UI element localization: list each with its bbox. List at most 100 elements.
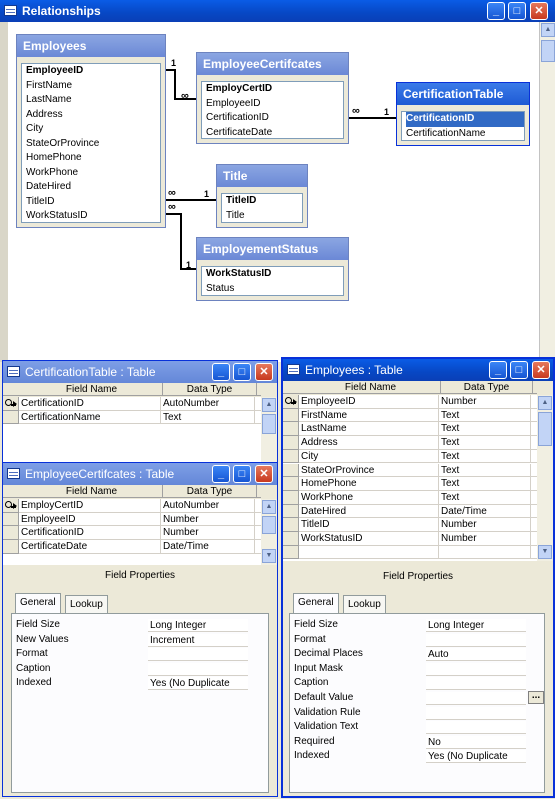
field-item[interactable]: CertificationID — [406, 112, 524, 127]
data-type-header[interactable]: Data Type — [441, 381, 533, 394]
scroll-up-icon[interactable]: ▲ — [541, 23, 555, 37]
property-value[interactable]: Auto — [426, 648, 526, 662]
field-item[interactable]: DateHired — [26, 180, 160, 195]
certification-table-field-list-title[interactable]: CertificationTable — [397, 83, 529, 105]
field-name-cell[interactable]: LastName — [299, 422, 439, 437]
data-type-cell[interactable]: Text — [439, 463, 531, 478]
property-row[interactable]: Caption — [12, 662, 268, 677]
table-row[interactable]: LastName Text — [299, 422, 537, 437]
field-item[interactable]: FirstName — [26, 79, 160, 94]
maximize-button[interactable]: □ — [233, 465, 251, 483]
property-value[interactable]: No — [426, 735, 526, 749]
property-row[interactable]: Validation Rule — [290, 706, 544, 721]
row-selector[interactable] — [283, 463, 299, 478]
field-item[interactable]: TitleID — [26, 195, 160, 210]
close-button[interactable]: ✕ — [530, 2, 548, 20]
field-item[interactable]: LastName — [26, 93, 160, 108]
scroll-up-icon[interactable]: ▲ — [538, 396, 552, 410]
title-field-list-title[interactable]: Title — [217, 165, 307, 187]
data-type-header[interactable]: Data Type — [163, 485, 257, 498]
table-row[interactable]: City Text — [299, 449, 537, 464]
table-row[interactable]: EmployCertID AutoNumber — [19, 499, 261, 513]
property-value[interactable] — [426, 706, 526, 720]
property-row[interactable]: Indexed Yes (No Duplicate — [12, 676, 268, 691]
grid-scrollbar[interactable]: ▲ — [261, 397, 277, 463]
field-item[interactable]: Address — [26, 108, 160, 123]
property-row[interactable]: Input Mask — [290, 662, 544, 677]
field-name-cell[interactable]: HomePhone — [299, 477, 439, 491]
scroll-down-icon[interactable]: ▼ — [262, 549, 276, 563]
property-value[interactable] — [426, 633, 526, 647]
field-item[interactable]: WorkStatusID — [206, 267, 343, 282]
property-value[interactable]: Long Integer — [148, 619, 248, 632]
field-item[interactable]: EmployeeID — [26, 64, 160, 79]
relationships-titlebar[interactable]: Relationships _ □ ✕ — [0, 0, 555, 22]
row-selector[interactable] — [283, 477, 299, 491]
data-type-cell[interactable] — [439, 545, 531, 560]
maximize-button[interactable]: □ — [510, 361, 528, 379]
property-row[interactable]: Decimal Places Auto — [290, 647, 544, 662]
property-value[interactable] — [148, 648, 248, 662]
data-type-cell[interactable]: Text — [439, 449, 531, 464]
data-type-cell[interactable]: Number — [439, 518, 531, 532]
property-row[interactable]: Default Value... — [290, 691, 544, 706]
property-row[interactable]: Indexed Yes (No Duplicate — [290, 749, 544, 764]
table-row[interactable]: CertificationID AutoNumber — [19, 397, 261, 411]
property-row[interactable]: Caption — [290, 676, 544, 691]
table-row[interactable]: CertificationName Text — [19, 410, 261, 425]
tab-general[interactable]: General — [293, 593, 339, 613]
row-selector[interactable] — [283, 545, 299, 560]
field-item[interactable]: StateOrProvince — [26, 137, 160, 152]
property-row[interactable]: Field Size Long Integer — [290, 618, 544, 633]
tab-lookup[interactable]: Lookup — [65, 595, 108, 613]
employees-table-titlebar[interactable]: Employees : Table _ □ ✕ — [283, 359, 553, 381]
data-type-cell[interactable]: Text — [161, 410, 255, 425]
property-value[interactable]: Yes (No Duplicate — [426, 750, 526, 764]
table-row[interactable]: CertificateDate Date/Time — [19, 540, 261, 554]
scroll-thumb[interactable] — [541, 40, 555, 62]
table-row[interactable]: StateOrProvince Text — [299, 463, 537, 478]
tab-general[interactable]: General — [15, 593, 61, 613]
row-selector[interactable] — [283, 395, 299, 409]
data-type-cell[interactable]: Text — [439, 408, 531, 423]
field-name-cell[interactable]: CertificateDate — [19, 540, 161, 554]
property-value[interactable]: Yes (No Duplicate — [148, 677, 248, 691]
row-selector[interactable] — [283, 504, 299, 519]
row-selector[interactable] — [283, 422, 299, 437]
employees-field-list-title[interactable]: Employees — [17, 35, 165, 57]
data-type-cell[interactable]: Text — [439, 422, 531, 437]
property-value[interactable]: Long Integer — [426, 619, 526, 632]
row-selector[interactable] — [283, 436, 299, 450]
scroll-thumb[interactable] — [262, 516, 276, 534]
field-name-cell[interactable]: CertificationID — [19, 397, 161, 411]
close-button[interactable]: ✕ — [255, 363, 273, 381]
property-value[interactable] — [426, 662, 526, 676]
row-selector[interactable] — [283, 490, 299, 505]
employment-status-field-list-title[interactable]: EmployementStatus — [197, 238, 348, 260]
field-item[interactable]: Title — [226, 209, 302, 223]
close-button[interactable]: ✕ — [255, 465, 273, 483]
scroll-thumb[interactable] — [538, 412, 552, 446]
field-item[interactable]: WorkPhone — [26, 166, 160, 181]
field-name-cell[interactable] — [299, 545, 439, 560]
row-selector[interactable] — [3, 512, 19, 527]
field-name-cell[interactable]: StateOrProvince — [299, 463, 439, 478]
row-selector[interactable] — [3, 410, 19, 425]
field-name-cell[interactable]: TitleID — [299, 518, 439, 532]
field-name-header[interactable]: Field Name — [21, 485, 163, 498]
field-item[interactable]: CertificationName — [406, 127, 524, 141]
maximize-button[interactable]: □ — [233, 363, 251, 381]
field-name-cell[interactable]: CertificationName — [19, 410, 161, 425]
data-type-cell[interactable]: Number — [161, 526, 255, 541]
data-type-cell[interactable]: Date/Time — [161, 540, 255, 554]
title-field-list[interactable]: Title TitleID Title — [216, 164, 308, 228]
scroll-up-icon[interactable]: ▲ — [262, 500, 276, 514]
table-row[interactable]: Address Text — [299, 436, 537, 450]
table-row[interactable]: WorkPhone Text — [299, 490, 537, 505]
field-name-cell[interactable]: FirstName — [299, 408, 439, 423]
row-selector[interactable] — [3, 540, 19, 554]
grid-scrollbar[interactable]: ▲ ▼ — [261, 499, 277, 565]
property-row[interactable]: Format — [290, 633, 544, 648]
data-type-cell[interactable]: AutoNumber — [161, 397, 255, 411]
field-item[interactable]: TitleID — [226, 194, 302, 209]
